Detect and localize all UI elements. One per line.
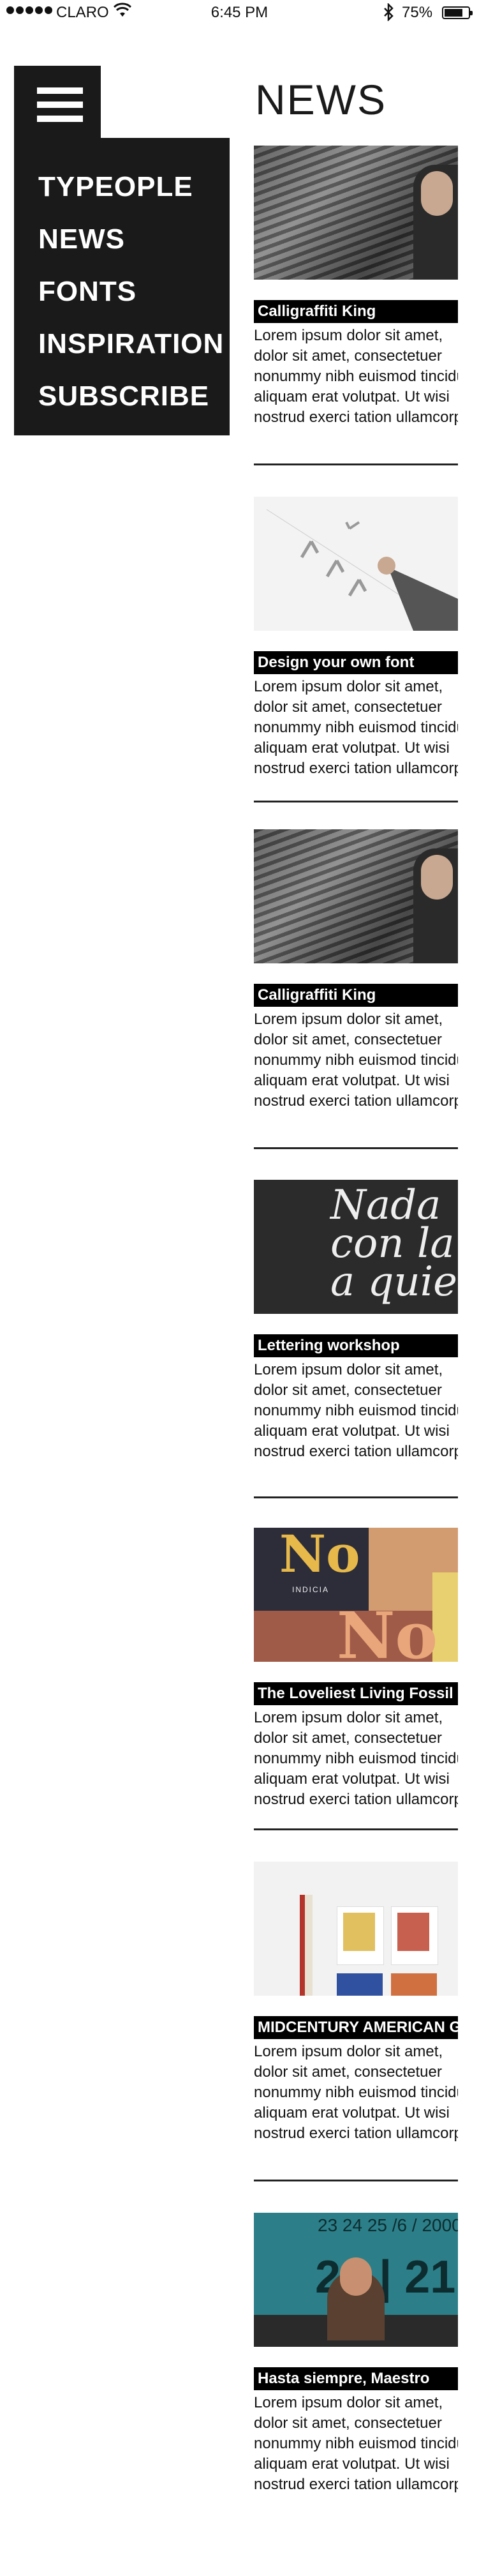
side-menu: TYPEOPLE NEWS FONTS INSPIRATION SUBSCRIB… <box>14 138 230 435</box>
article-card[interactable]: 23 24 25 /6 / 2000 20 | 21 Hasta siempre… <box>254 2213 458 2506</box>
menu-item-news[interactable]: NEWS <box>38 213 230 266</box>
battery-percent: 75% <box>402 4 433 21</box>
article-card[interactable]: MIDCENTURY AMERICAN GRAPHICS Lorem ipsum… <box>254 1862 458 2155</box>
article-excerpt: Lorem ipsum dolor sit amet, dolor sit ame… <box>254 1709 458 1808</box>
conf-numbers: 23 24 25 /6 / 2000 <box>318 2215 458 2235</box>
article-headline[interactable]: Calligraffiti King <box>254 984 458 1007</box>
article-excerpt: Lorem ipsum dolor sit amet, dolor sit ame… <box>254 1011 458 1110</box>
menu-item-inspiration[interactable]: INSPIRATION <box>38 318 230 370</box>
battery-icon <box>442 6 473 19</box>
article-image[interactable]: No INDICIA No <box>254 1528 458 1662</box>
lettering-art: Nada con la a quien <box>330 1182 458 1306</box>
article-headline[interactable]: Lettering workshop <box>254 1334 458 1357</box>
divider <box>254 1496 458 1498</box>
divider <box>254 801 458 802</box>
article-image[interactable]: 23 24 25 /6 / 2000 20 | 21 <box>254 2213 458 2347</box>
menu-item-fonts[interactable]: FONTS <box>38 266 230 318</box>
article-image[interactable] <box>254 497 458 631</box>
article-card[interactable]: Calligraffiti King Lorem ipsum dolor sit… <box>254 829 458 1123</box>
article-image[interactable] <box>254 146 458 280</box>
hamburger-menu-icon[interactable] <box>14 66 101 140</box>
article-excerpt: Lorem ipsum dolor sit amet, dolor sit ame… <box>254 327 458 426</box>
article-excerpt: Lorem ipsum dolor sit amet, dolor sit ame… <box>254 2043 458 2142</box>
article-excerpt: Lorem ipsum dolor sit amet, dolor sit ame… <box>254 1361 458 1460</box>
article-card[interactable]: Nada con la a quien Lettering workshop L… <box>254 1180 458 1473</box>
divider <box>254 463 458 465</box>
status-bar: CLARO 6:45 PM 75% <box>0 0 479 26</box>
article-card[interactable]: No INDICIA No The Loveliest Living Fossi… <box>254 1528 458 1821</box>
page-title: NEWS <box>255 76 387 123</box>
menu-item-subscribe[interactable]: SUBSCRIBE <box>38 370 230 423</box>
article-excerpt: Lorem ipsum dolor sit amet, dolor sit ame… <box>254 2394 458 2493</box>
article-headline[interactable]: Calligraffiti King <box>254 300 458 323</box>
article-image[interactable] <box>254 1862 458 1996</box>
article-card[interactable]: Design your own font Lorem ipsum dolor s… <box>254 497 458 790</box>
article-card[interactable]: Calligraffiti King Lorem ipsum dolor sit… <box>254 146 458 439</box>
article-headline[interactable]: Design your own font <box>254 651 458 674</box>
poster-indicia: INDICIA <box>292 1585 330 1594</box>
article-image[interactable]: Nada con la a quien <box>254 1180 458 1314</box>
article-headline[interactable]: MIDCENTURY AMERICAN GRAPHICS <box>254 2016 458 2039</box>
article-headline[interactable]: The Loveliest Living Fossil <box>254 1682 458 1705</box>
article-headline[interactable]: Hasta siempre, Maestro <box>254 2367 458 2390</box>
menu-item-typeople[interactable]: TYPEOPLE <box>38 161 230 213</box>
article-excerpt: Lorem ipsum dolor sit amet, dolor sit ame… <box>254 678 458 777</box>
divider <box>254 2180 458 2181</box>
poster-no: No <box>279 1528 360 1584</box>
article-image[interactable] <box>254 829 458 963</box>
divider <box>254 1147 458 1149</box>
divider <box>254 1828 458 1830</box>
bluetooth-icon <box>383 2 394 26</box>
